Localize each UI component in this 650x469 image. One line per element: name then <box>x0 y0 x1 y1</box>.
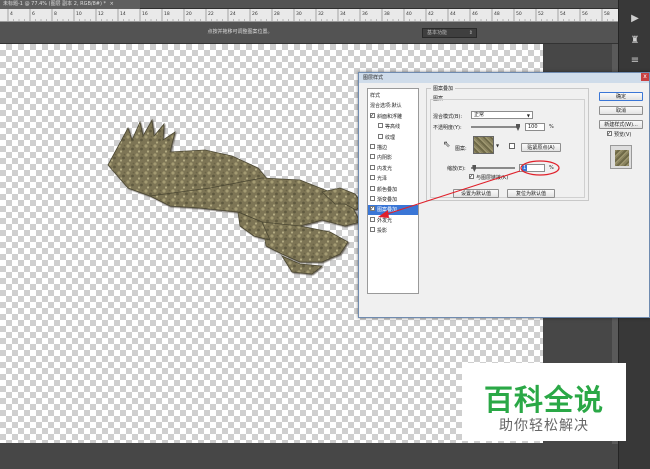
watermark-title: 百科全说 <box>483 383 604 417</box>
style-list-item[interactable]: 渐变叠加 <box>368 195 418 205</box>
blend-mode-select[interactable]: 正常 ▼ <box>471 111 533 119</box>
group-title: 图案叠加 <box>431 85 456 92</box>
reset-default-button[interactable]: 复位为默认值 <box>507 189 555 198</box>
style-list-item[interactable]: 混合选项:默认 <box>368 101 418 111</box>
style-list-label: 混合选项:默认 <box>370 103 402 110</box>
style-checkbox[interactable] <box>370 111 375 121</box>
style-checkbox[interactable] <box>370 175 375 181</box>
scale-label: 缩放(E): <box>447 166 466 172</box>
style-list-item[interactable]: 内阴影 <box>368 153 418 163</box>
scale-value: 1 <box>522 165 528 171</box>
style-list-item[interactable]: 等高线 <box>368 122 418 132</box>
style-checkbox[interactable] <box>370 144 375 149</box>
preview-label: 预览(V) <box>614 132 632 138</box>
dialog-title: 图层样式 <box>359 73 649 83</box>
style-list-label: 渐变叠加 <box>377 197 398 203</box>
style-list-item[interactable]: 投影 <box>368 226 418 236</box>
pattern-label: 图案: <box>455 146 467 152</box>
style-checkbox[interactable] <box>370 164 375 170</box>
snap-origin-button[interactable]: 贴紧原点(A) <box>521 143 561 152</box>
style-checkbox[interactable] <box>370 204 375 214</box>
blend-mode-value: 正常 <box>474 112 485 118</box>
brush-icon[interactable]: ♜ <box>625 32 645 50</box>
style-list-label: 样式 <box>370 93 381 99</box>
scale-percent: % <box>549 165 554 171</box>
style-checkbox[interactable] <box>378 123 383 129</box>
cancel-button[interactable]: 取消 <box>599 106 643 115</box>
style-list-item[interactable]: 外发光 <box>368 216 418 226</box>
ok-button[interactable]: 确定 <box>599 92 643 101</box>
style-list-label: 纹理 <box>385 134 396 141</box>
watermark: 百科全说 助你轻松解决 <box>462 363 626 441</box>
style-list-label: 投影 <box>377 228 388 235</box>
set-default-button[interactable]: 设置为默认值 <box>453 189 499 198</box>
style-list-label: 等高线 <box>385 124 401 131</box>
style-list-item[interactable]: 样式 <box>368 91 418 101</box>
style-list-item[interactable]: 内发光 <box>368 164 418 174</box>
style-list-label: 外发光 <box>377 217 393 224</box>
opacity-input[interactable]: 100 <box>525 123 545 131</box>
style-list-item[interactable]: 纹理 <box>368 133 418 143</box>
preview-checkbox[interactable]: 预览(V) <box>607 129 650 140</box>
style-list-label: 描边 <box>377 145 388 151</box>
scale-slider[interactable] <box>471 165 515 172</box>
style-list-item[interactable]: 斜面和浮雕 <box>368 111 418 122</box>
scale-input[interactable]: 1 <box>519 164 545 172</box>
preview-checkbox-box[interactable] <box>607 129 612 139</box>
style-list-item[interactable]: 光泽 <box>368 174 418 184</box>
style-list-label: 图案叠加 <box>377 207 398 214</box>
preview-swatch <box>615 150 629 166</box>
new-preset-icon[interactable] <box>509 143 515 149</box>
style-checkbox[interactable] <box>370 216 375 222</box>
watermark-subtitle: 助你轻松解决 <box>499 418 589 434</box>
new-style-button[interactable]: 新建样式(W)... <box>599 120 643 129</box>
layer-style-dialog: 图层样式 x 样式混合选项:默认斜面和浮雕等高线纹理描边内阴影内发光光泽颜色叠加… <box>358 72 650 318</box>
link-with-layer-checkbox[interactable]: 与图层链接(K) <box>469 172 539 183</box>
cursor-arrow-icon: ⇖ <box>443 140 451 150</box>
style-list-label: 颜色叠加 <box>377 186 398 193</box>
style-list-item[interactable]: 颜色叠加 <box>368 185 418 195</box>
link-with-layer-label: 与图层链接(K) <box>476 175 509 181</box>
style-checkbox[interactable] <box>378 133 383 139</box>
style-list-label: 光泽 <box>377 176 388 183</box>
pattern-swatch[interactable] <box>473 136 494 154</box>
style-list-label: 斜面和浮雕 <box>377 113 403 120</box>
style-list-label: 内阴影 <box>377 155 393 162</box>
opacity-slider[interactable] <box>471 124 520 131</box>
close-icon[interactable]: x <box>641 73 649 81</box>
style-list: 样式混合选项:默认斜面和浮雕等高线纹理描边内阴影内发光光泽颜色叠加渐变叠加图案叠… <box>367 88 419 294</box>
style-checkbox[interactable] <box>370 196 375 201</box>
style-list-label: 内发光 <box>377 165 393 172</box>
layers-icon[interactable]: ≡ <box>625 52 645 70</box>
style-list-item[interactable]: 描边 <box>368 143 418 153</box>
style-checkbox[interactable] <box>370 185 375 191</box>
opacity-percent: % <box>549 124 554 130</box>
style-preview-thumbnail <box>610 145 632 169</box>
style-checkbox[interactable] <box>370 227 375 233</box>
style-list-item[interactable]: 图案叠加 <box>368 204 418 216</box>
opacity-label: 不透明度(Y): <box>433 125 462 131</box>
chevron-down-icon: ▼ <box>526 113 530 118</box>
style-checkbox[interactable] <box>370 154 375 160</box>
play-icon[interactable]: ▶ <box>625 10 645 28</box>
blend-mode-label: 混合模式(B): <box>433 114 463 120</box>
pattern-dropdown-icon[interactable]: ▼ <box>496 143 499 148</box>
link-checkbox-box[interactable] <box>469 172 474 182</box>
